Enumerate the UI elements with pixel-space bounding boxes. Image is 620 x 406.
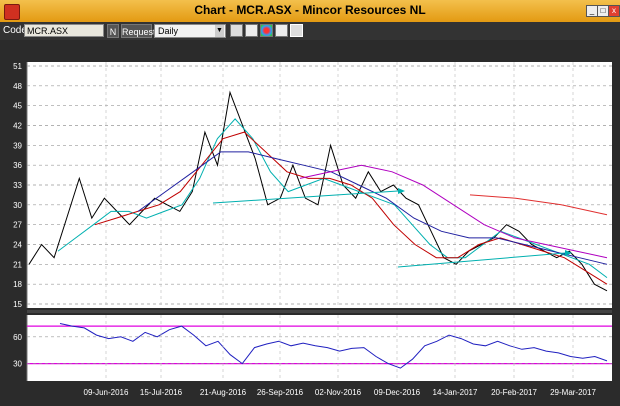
osc-tick-label: 30 <box>13 360 22 369</box>
palette-icon[interactable] <box>260 24 273 37</box>
document-icon[interactable] <box>245 24 258 37</box>
title-bar: Chart - MCR.ASX - Mincor Resources NL _ … <box>0 0 620 22</box>
chart-window: Chart - MCR.ASX - Mincor Resources NL _ … <box>0 0 620 406</box>
date-tick-label: 20-Feb-2017 <box>491 388 537 397</box>
price-tick-label: 30 <box>13 201 22 210</box>
period-select-value: Daily <box>158 26 179 36</box>
price-tick-label: 48 <box>13 82 22 91</box>
code-input[interactable] <box>24 24 104 37</box>
request-button[interactable]: Request <box>121 24 156 38</box>
price-tick-label: 21 <box>13 260 22 269</box>
cut-icon[interactable] <box>230 24 243 37</box>
chevron-down-icon: ▼ <box>215 25 224 37</box>
price-tick-label: 33 <box>13 181 22 190</box>
n-button[interactable]: N <box>107 24 119 38</box>
window-title: Chart - MCR.ASX - Mincor Resources NL <box>194 3 426 17</box>
price-axis: 51 48 45 42 39 36 33 30 27 24 21 18 15 <box>13 62 22 309</box>
period-select[interactable]: Daily ▼ <box>154 24 226 38</box>
price-tick-label: 27 <box>13 221 22 230</box>
price-tick-label: 15 <box>13 300 22 309</box>
settings-icon[interactable] <box>290 24 303 37</box>
price-tick-label: 42 <box>13 122 22 131</box>
date-tick-label: 29-Mar-2017 <box>550 388 596 397</box>
price-tick-label: 45 <box>13 102 22 111</box>
osc-axis: 60 30 <box>13 333 22 369</box>
price-tick-label: 51 <box>13 62 22 71</box>
date-tick-label: 21-Aug-2016 <box>200 388 247 397</box>
date-tick-label: 09-Jun-2016 <box>84 388 129 397</box>
price-tick-label: 18 <box>13 280 22 289</box>
osc-tick-label: 60 <box>13 333 22 342</box>
price-panel <box>27 62 612 308</box>
chart-area: 51 48 45 42 39 36 33 30 27 24 21 18 15 60 30 09-Jun-2… <box>13 62 612 397</box>
price-tick-label: 36 <box>13 161 22 170</box>
close-icon[interactable]: x <box>608 5 620 17</box>
oscillator-panel <box>27 315 612 381</box>
price-tick-label: 39 <box>13 141 22 150</box>
date-tick-label: 26-Sep-2016 <box>257 388 304 397</box>
toolbar: Code: N Request Daily ▼ <box>0 22 620 40</box>
zoom-icon[interactable] <box>275 24 288 37</box>
date-tick-label: 02-Nov-2016 <box>315 388 362 397</box>
date-tick-label: 09-Dec-2016 <box>374 388 421 397</box>
date-tick-label: 15-Jul-2016 <box>140 388 183 397</box>
panel-splitter[interactable] <box>27 310 612 313</box>
price-tick-label: 24 <box>13 241 22 250</box>
date-tick-label: 14-Jan-2017 <box>433 388 478 397</box>
